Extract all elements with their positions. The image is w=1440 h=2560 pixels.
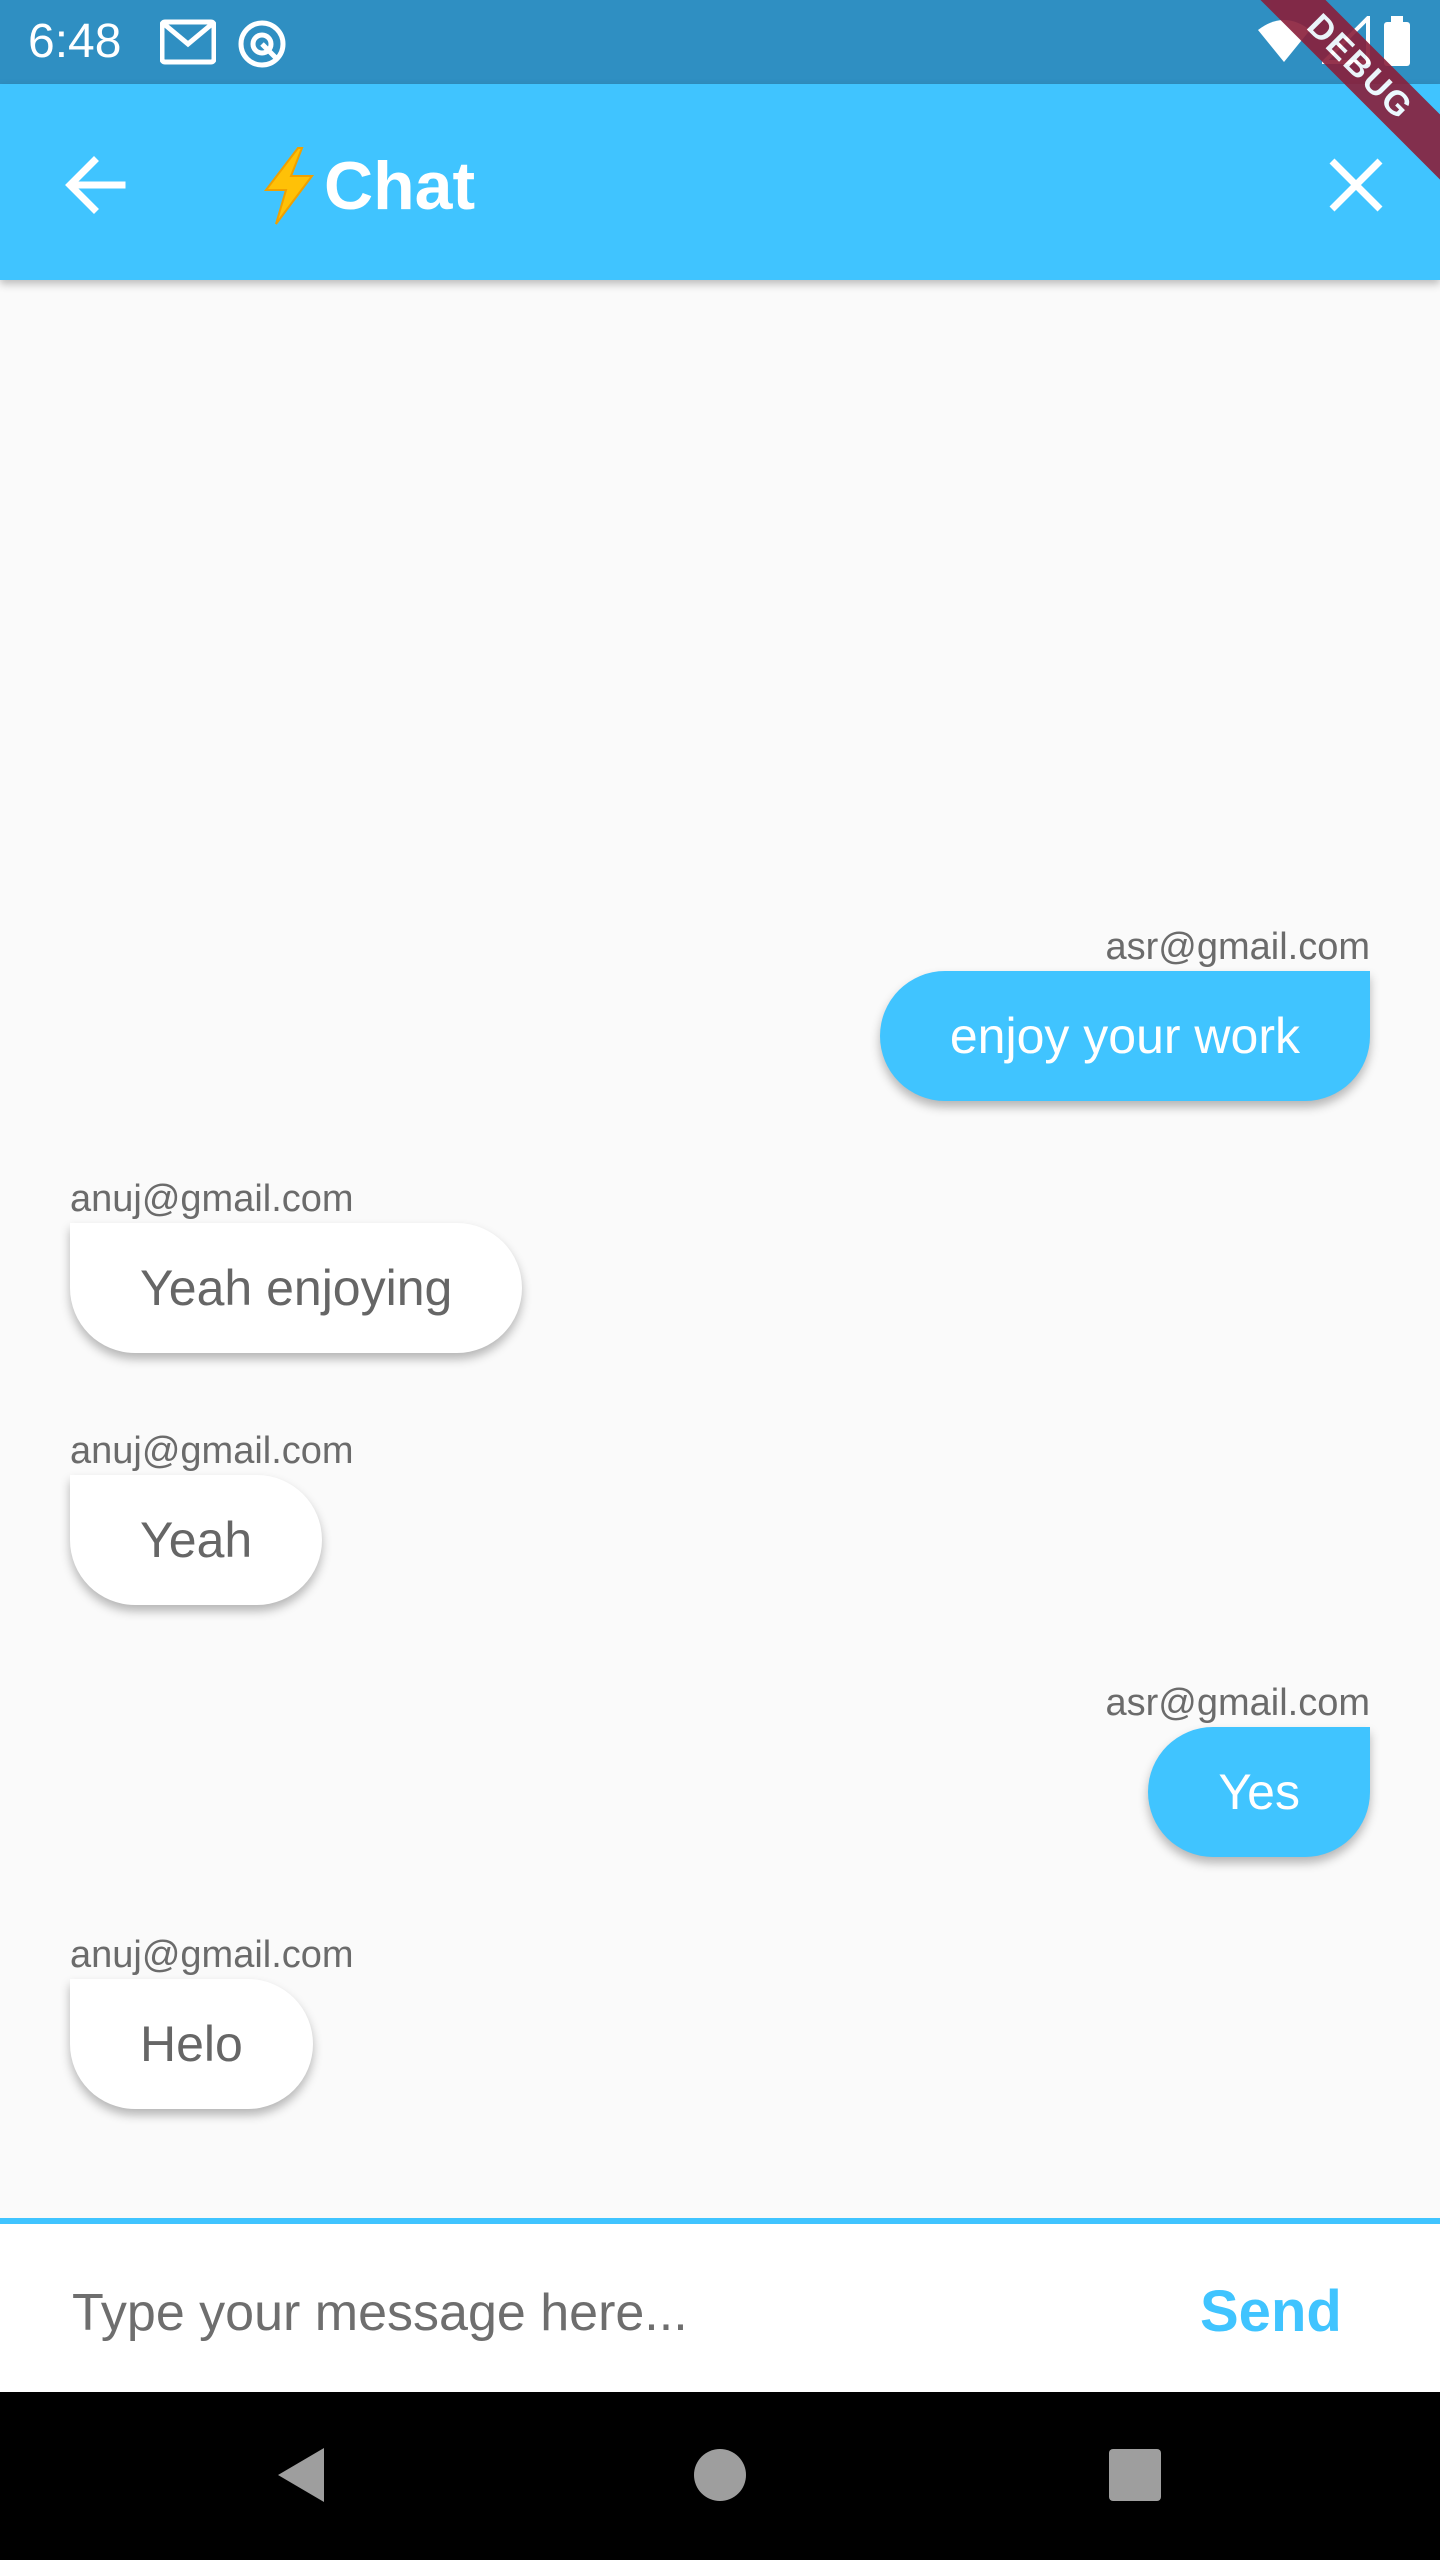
message-item: anuj@gmail.com Yeah enjoying [70, 1177, 523, 1353]
page-title-text: Chat [324, 148, 476, 224]
message-sender: asr@gmail.com [1105, 926, 1370, 968]
message-sender: asr@gmail.com [1105, 1682, 1370, 1724]
page-title: Chat [258, 138, 475, 234]
message-input[interactable] [70, 2264, 1114, 2362]
system-nav-bar [0, 2392, 1440, 2560]
close-icon[interactable] [1320, 149, 1392, 221]
message-bubble[interactable]: Yeah [70, 1475, 323, 1605]
back-triangle-icon[interactable] [268, 2440, 338, 2510]
message-bubble[interactable]: Helo [70, 1979, 313, 2109]
message-item: anuj@gmail.com Helo [70, 1933, 354, 2109]
recents-square-icon[interactable] [1100, 2440, 1170, 2510]
message-list[interactable]: asr@gmail.com enjoy your work anuj@gmail… [0, 280, 1440, 2218]
message-bubble[interactable]: enjoy your work [879, 971, 1370, 1101]
message-bubble[interactable]: Yes [1148, 1727, 1370, 1857]
message-sender: anuj@gmail.com [70, 1934, 354, 1976]
bolt-icon [263, 147, 314, 225]
message-bubble[interactable]: Yeah enjoying [70, 1223, 523, 1353]
message-sender: anuj@gmail.com [70, 1430, 354, 1472]
gmail-icon [160, 19, 216, 65]
status-bar: 6:48 [0, 0, 1440, 84]
back-arrow-icon[interactable] [60, 149, 132, 221]
message-composer: Send [0, 2218, 1440, 2398]
message-item: anuj@gmail.com Yeah [70, 1429, 354, 1605]
message-item: asr@gmail.com enjoy your work [879, 925, 1370, 1101]
home-circle-icon[interactable] [685, 2440, 755, 2510]
message-item: asr@gmail.com Yes [1105, 1681, 1370, 1857]
status-time: 6:48 [28, 15, 122, 68]
send-button[interactable]: Send [1200, 2264, 1342, 2360]
sync-icon [238, 20, 286, 68]
message-sender: anuj@gmail.com [70, 1178, 354, 1220]
battery-icon [1384, 16, 1410, 66]
app-bar: Chat [0, 84, 1440, 280]
